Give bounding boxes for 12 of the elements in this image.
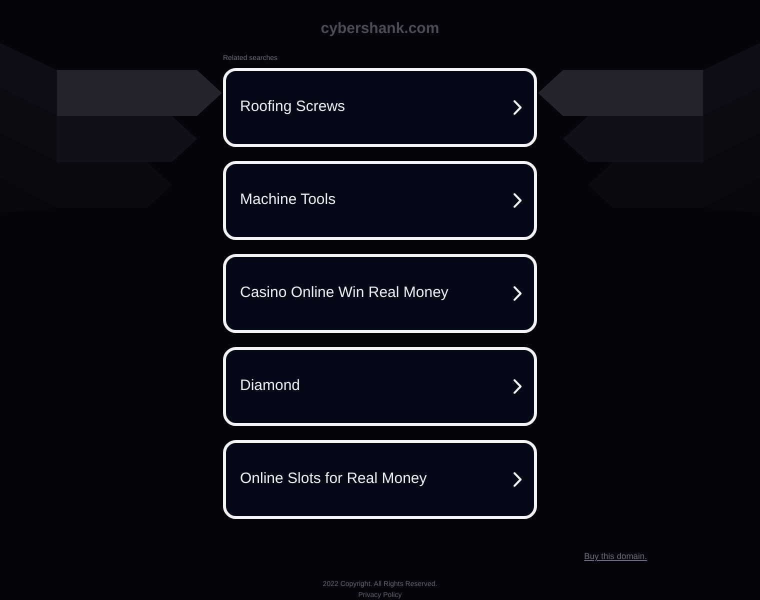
related-search-link[interactable]: Diamond	[223, 347, 537, 426]
chevron-right-icon	[513, 100, 522, 115]
chevron-right-icon	[513, 193, 522, 208]
chevron-right-icon	[513, 472, 522, 487]
chevron-right-icon	[513, 286, 522, 301]
domain-title: cybershank.com	[320, 20, 440, 37]
related-search-link[interactable]: Casino Online Win Real Money	[223, 254, 537, 333]
related-search-link[interactable]: Roofing Screws	[223, 68, 537, 147]
buy-domain-link[interactable]: Buy this domain.	[584, 550, 647, 562]
related-search-link[interactable]: Online Slots for Real Money	[223, 440, 537, 519]
related-search-link[interactable]: Machine Tools	[223, 161, 537, 240]
chevron-right-icon	[513, 379, 522, 394]
